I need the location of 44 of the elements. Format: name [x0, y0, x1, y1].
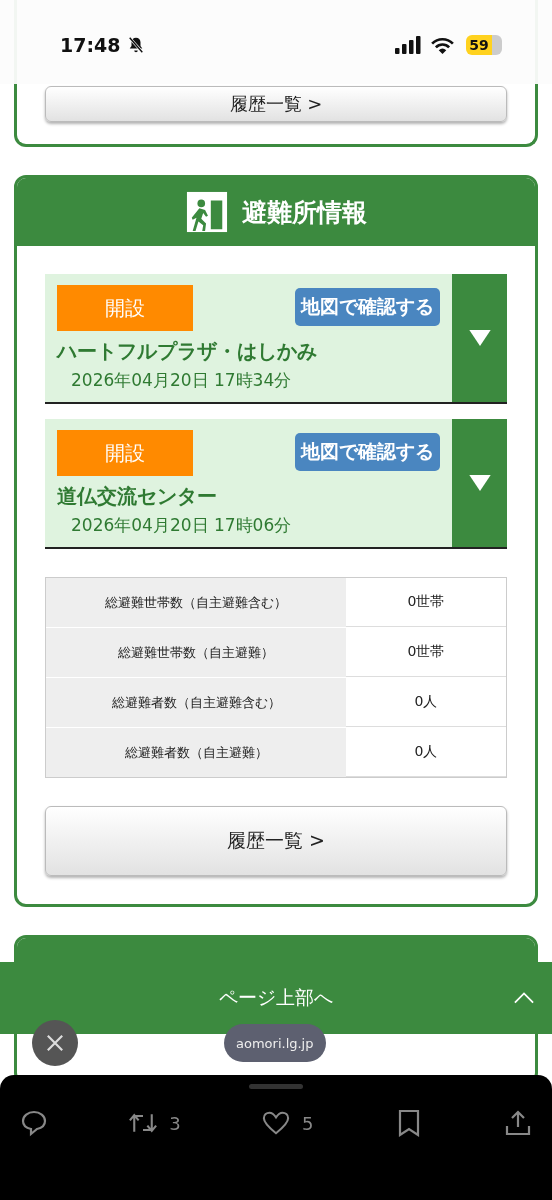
sheet-handle[interactable]: [249, 1084, 303, 1089]
table-cell: 総避難世帯数（自主避難含む）: [46, 578, 346, 627]
bell-slash-icon: [127, 36, 145, 54]
url-pill[interactable]: aomori.lg.jp: [224, 1024, 326, 1062]
battery-indicator: 59: [466, 35, 492, 55]
reply-icon[interactable]: [20, 1109, 48, 1137]
shelter-name: ハートフルプラザ・はしかみ: [57, 338, 318, 365]
table-cell: 0世帯: [346, 628, 506, 677]
table-cell: 0人: [346, 728, 506, 777]
status-badge: 開設: [57, 430, 193, 476]
history-button[interactable]: 履歴一覧 >: [45, 86, 507, 122]
close-icon: [46, 1034, 64, 1052]
evacuation-icon: [185, 191, 228, 233]
triangle-down-icon: [468, 330, 491, 346]
shelter-item[interactable]: 開設 地図で確認する 道仏交流センター 2026年04月20日 17時06分: [45, 419, 507, 549]
table-cell: 0世帯: [346, 578, 506, 627]
status-time: 17:48: [60, 34, 121, 56]
heart-icon[interactable]: [262, 1109, 290, 1137]
like-count: 5: [302, 1112, 314, 1134]
table-cell: 0人: [346, 678, 506, 727]
map-button[interactable]: 地図で確認する: [295, 433, 440, 471]
section-title: 避難所情報: [241, 196, 367, 229]
status-badge: 開設: [57, 285, 193, 331]
signal-icon: [395, 36, 421, 54]
battery-tail: [492, 35, 502, 55]
close-button[interactable]: [32, 1020, 78, 1066]
chevron-up-icon: [514, 992, 534, 1004]
triangle-down-icon: [468, 475, 491, 491]
page-top-label: ページ上部へ: [219, 985, 333, 1010]
wifi-icon: [431, 36, 454, 54]
repost-count: 3: [169, 1112, 181, 1134]
expand-toggle[interactable]: [452, 274, 507, 402]
map-button[interactable]: 地図で確認する: [295, 288, 440, 326]
expand-toggle[interactable]: [452, 419, 507, 547]
table-cell: 総避難者数（自主避難含む）: [46, 678, 346, 727]
shelter-datetime: 2026年04月20日 17時06分: [70, 514, 293, 537]
history-button[interactable]: 履歴一覧 >: [45, 806, 507, 876]
shelter-datetime: 2026年04月20日 17時34分: [70, 369, 293, 392]
share-icon[interactable]: [503, 1109, 532, 1137]
shelter-item[interactable]: 開設 地図で確認する ハートフルプラザ・はしかみ 2026年04月20日 17時34分: [45, 274, 507, 404]
page-top-bar[interactable]: ページ上部へ: [0, 962, 552, 1034]
table-cell: 総避難世帯数（自主避難）: [46, 628, 346, 677]
shelter-name: 道仏交流センター: [57, 483, 218, 510]
table-cell: 総避難者数（自主避難）: [46, 728, 346, 777]
